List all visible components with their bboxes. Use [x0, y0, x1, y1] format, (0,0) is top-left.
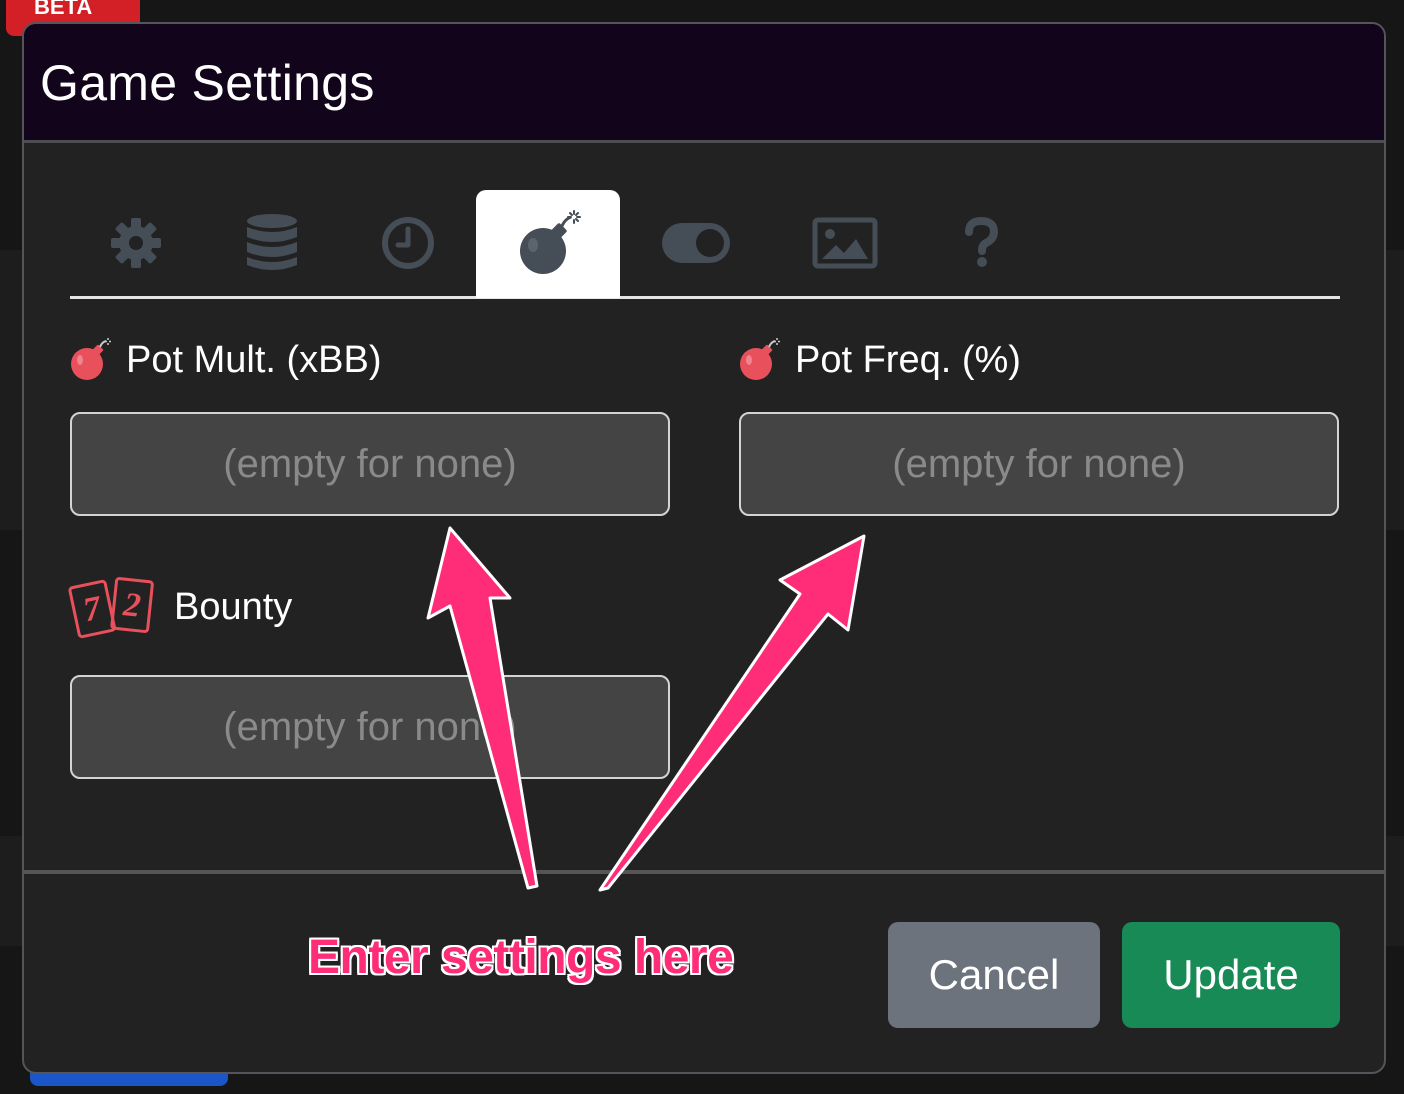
pot-freq-label-text: Pot Freq. (%): [795, 338, 1021, 381]
toggle-icon: [662, 223, 730, 263]
update-button[interactable]: Update: [1122, 922, 1340, 1028]
bomb-icon: [520, 210, 581, 274]
image-icon: [812, 217, 878, 269]
game-settings-modal: Game Settings Pot Mult. (xBB) (empty for…: [22, 22, 1386, 1074]
pot-freq-input[interactable]: [739, 412, 1339, 516]
question-icon: [965, 217, 999, 267]
database-icon: [247, 214, 297, 270]
bomb-icon: [71, 338, 111, 380]
pot-freq-label: Pot Freq. (%): [737, 338, 1021, 382]
bounty-label-text: Bounty: [174, 585, 293, 628]
tab-general[interactable]: [104, 190, 168, 296]
tab-bomb-pot[interactable]: [476, 190, 620, 298]
tab-image[interactable]: [810, 190, 880, 296]
annotation-callout: Enter settings here: [308, 931, 734, 984]
clock-icon: [382, 217, 434, 269]
tab-help[interactable]: [954, 190, 1008, 296]
cancel-button[interactable]: Cancel: [888, 922, 1100, 1028]
cards-72-icon: 7 2: [68, 577, 154, 639]
bounty-input[interactable]: [70, 675, 670, 779]
card-seven: 7: [80, 589, 106, 629]
pot-mult-label: Pot Mult. (xBB): [68, 338, 382, 382]
tab-chips[interactable]: [240, 190, 304, 296]
pot-mult-label-text: Pot Mult. (xBB): [126, 338, 382, 381]
pot-mult-input[interactable]: [70, 412, 670, 516]
modal-header: Game Settings: [24, 24, 1384, 143]
modal-title: Game Settings: [40, 55, 375, 111]
card-two: 2: [121, 586, 143, 625]
bounty-label: 7 2 Bounty: [68, 574, 292, 640]
settings-tabs: [70, 190, 1340, 299]
modal-footer-divider: [24, 870, 1384, 874]
tab-toggles[interactable]: [660, 190, 732, 296]
tab-time[interactable]: [376, 190, 440, 296]
gear-icon: [111, 218, 161, 268]
bomb-icon: [740, 338, 780, 380]
